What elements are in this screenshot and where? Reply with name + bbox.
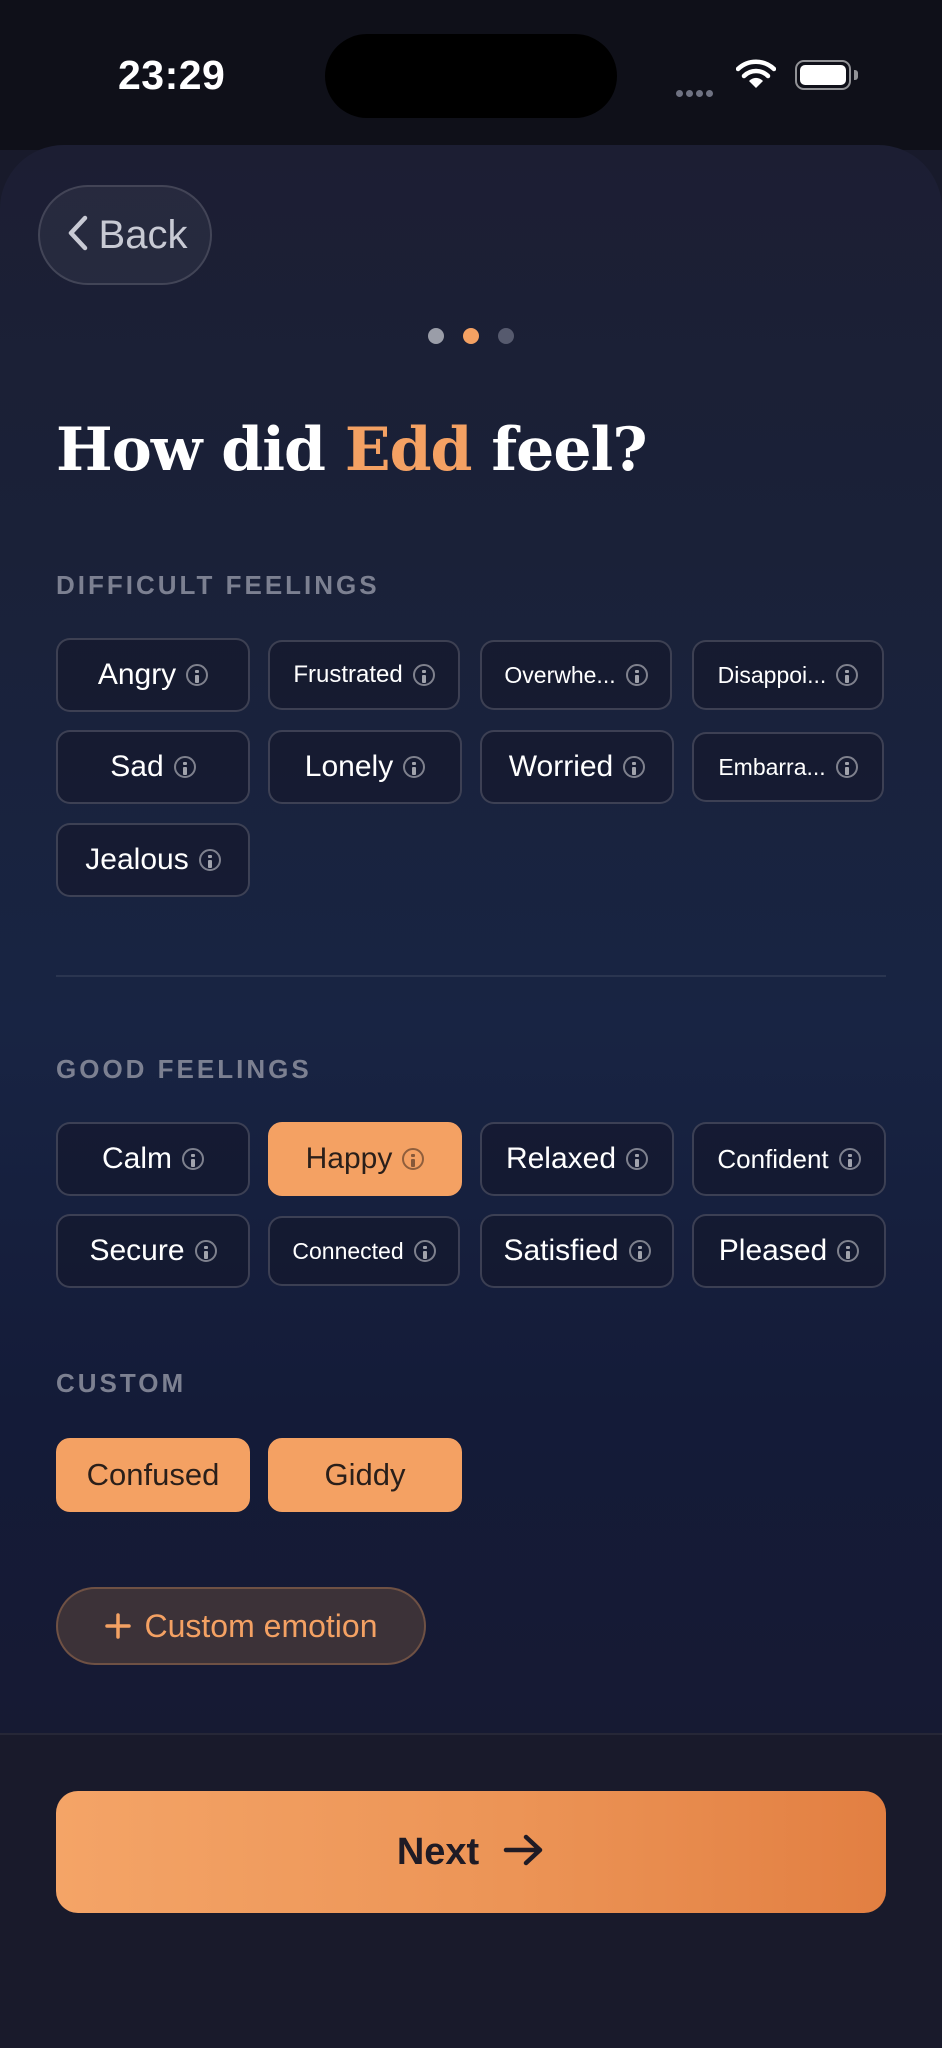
- status-bar: 23:29: [0, 0, 942, 150]
- footer-bar: Next: [0, 1733, 942, 2048]
- wifi-icon: [735, 58, 777, 95]
- step-dot-2: [463, 328, 479, 344]
- info-icon[interactable]: [625, 664, 648, 686]
- plus-icon: [104, 1606, 131, 1646]
- chip-label: Lonely: [304, 750, 394, 783]
- chip-pleased[interactable]: Pleased: [692, 1214, 886, 1288]
- status-time: 23:29: [118, 52, 226, 98]
- section-divider: [56, 975, 886, 977]
- chip-label: Disappoi...: [717, 661, 827, 688]
- good-section-label: GOOD FEELINGS: [56, 1054, 312, 1084]
- add-custom-label: Custom emotion: [144, 1607, 378, 1644]
- info-icon[interactable]: [837, 1240, 860, 1262]
- page-title: How did Edd feel?: [56, 415, 647, 485]
- info-icon[interactable]: [626, 1148, 649, 1170]
- title-name: Edd: [344, 415, 473, 485]
- title-prefix: How did: [56, 415, 345, 485]
- chip-label: Calm: [101, 1142, 172, 1175]
- back-button[interactable]: Back: [38, 185, 212, 285]
- info-icon[interactable]: [402, 1148, 425, 1170]
- chip-label: Sad: [110, 750, 164, 783]
- chevron-left-icon: [63, 213, 93, 258]
- chip-label: Pleased: [718, 1234, 828, 1267]
- info-icon[interactable]: [194, 1240, 217, 1262]
- chip-label: Jealous: [85, 843, 189, 876]
- add-custom-emotion-button[interactable]: Custom emotion: [56, 1587, 426, 1665]
- chip-relaxed[interactable]: Relaxed: [480, 1122, 674, 1196]
- info-icon[interactable]: [835, 756, 858, 778]
- next-button[interactable]: Next: [56, 1791, 886, 1913]
- chip-label: Giddy: [324, 1457, 406, 1492]
- feelings-sheet: Back How did Edd feel? DIFFICULT FEELING…: [0, 145, 942, 1733]
- chip-label: Confused: [86, 1457, 220, 1492]
- chip-label: Happy: [305, 1142, 393, 1175]
- chip-jealous[interactable]: Jealous: [56, 823, 250, 897]
- chip-confident[interactable]: Confident: [692, 1122, 886, 1196]
- chip-lonely[interactable]: Lonely: [268, 730, 462, 804]
- chip-label: Satisfied: [503, 1234, 619, 1267]
- chip-custom-confused[interactable]: Confused: [56, 1438, 250, 1512]
- chip-label: Connected: [292, 1237, 404, 1264]
- chip-secure[interactable]: Secure: [56, 1214, 250, 1288]
- dynamic-island: [325, 34, 617, 118]
- info-icon[interactable]: [628, 1240, 651, 1262]
- chip-label: Overwhe...: [504, 661, 616, 688]
- info-icon[interactable]: [186, 664, 209, 686]
- chip-disappointed[interactable]: Disappoi...: [692, 640, 884, 710]
- chip-embarrassed[interactable]: Embarra...: [692, 732, 884, 802]
- arrow-right-icon: [503, 1833, 545, 1872]
- chip-frustrated[interactable]: Frustrated: [268, 640, 460, 710]
- info-icon[interactable]: [182, 1148, 204, 1170]
- info-icon[interactable]: [836, 664, 859, 686]
- difficult-section-label: DIFFICULT FEELINGS: [56, 570, 380, 600]
- chip-label: Secure: [89, 1234, 185, 1267]
- chip-label: Angry: [97, 658, 177, 691]
- battery-icon: [795, 60, 858, 90]
- back-label: Back: [98, 212, 188, 257]
- chip-connected[interactable]: Connected: [268, 1216, 460, 1286]
- step-dot-3: [498, 328, 514, 344]
- chip-happy-selected[interactable]: Happy: [268, 1122, 462, 1196]
- chip-sad[interactable]: Sad: [56, 730, 250, 804]
- chip-overwhelmed[interactable]: Overwhe...: [480, 640, 672, 710]
- info-icon[interactable]: [198, 849, 221, 871]
- cellular-signal-icon: [676, 84, 716, 102]
- chip-label: Worried: [508, 750, 614, 783]
- step-indicator: [428, 328, 514, 344]
- info-icon[interactable]: [412, 664, 435, 686]
- step-dot-1: [428, 328, 444, 344]
- custom-section-label: CUSTOM: [56, 1368, 187, 1398]
- chip-label: Confident: [717, 1143, 829, 1174]
- info-icon[interactable]: [838, 1148, 861, 1170]
- chip-worried[interactable]: Worried: [480, 730, 674, 804]
- chip-angry[interactable]: Angry: [56, 638, 250, 712]
- info-icon[interactable]: [623, 756, 646, 778]
- chip-label: Relaxed: [505, 1142, 617, 1175]
- next-label: Next: [396, 1830, 480, 1873]
- chip-satisfied[interactable]: Satisfied: [480, 1214, 674, 1288]
- info-icon[interactable]: [413, 1240, 436, 1262]
- chip-label: Embarra...: [718, 753, 826, 780]
- title-suffix: feel?: [471, 415, 647, 485]
- chip-custom-giddy[interactable]: Giddy: [268, 1438, 462, 1512]
- info-icon[interactable]: [403, 756, 426, 778]
- chip-calm[interactable]: Calm: [56, 1122, 250, 1196]
- chip-label: Frustrated: [293, 661, 403, 688]
- info-icon[interactable]: [173, 756, 196, 778]
